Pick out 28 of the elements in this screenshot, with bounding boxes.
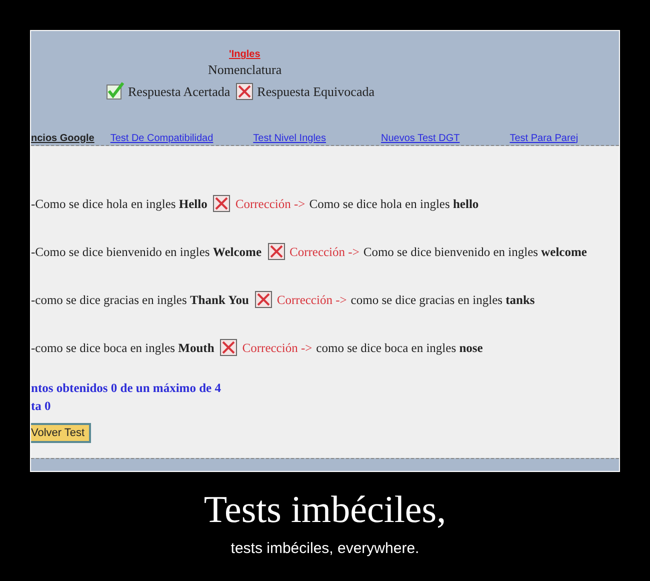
- nav-link[interactable]: Test De Compatibilidad: [110, 132, 214, 144]
- correction-label: Corrección ->: [242, 341, 312, 356]
- question-text: -Como se dice bienvenido en ingles Welcome: [31, 245, 262, 260]
- nav-link[interactable]: ncios Google: [31, 132, 94, 144]
- legend-label: Respuesta Equivocada: [257, 84, 374, 100]
- question-text: -como se dice boca en ingles Mouth: [31, 341, 214, 356]
- retry-button[interactable]: Volver Test: [31, 423, 91, 443]
- cross-icon: [236, 83, 254, 100]
- correction-label: Corrección ->: [235, 197, 306, 212]
- correction-text: Como se dice hola en ingles hello: [309, 197, 479, 212]
- poster-subtitle: tests imbéciles, everywhere.: [230, 540, 420, 557]
- correction-label: Corrección ->: [290, 245, 360, 260]
- correction-text: Como se dice bienvenido en ingles welcome: [363, 245, 587, 260]
- question-text: -como se dice gracias en ingles Thank You: [31, 293, 249, 308]
- question-text: -Como se dice hola en ingles Hello: [31, 197, 208, 212]
- score-text: ntos obtenidos 0 de un máximo de 4: [31, 381, 222, 396]
- nav-link[interactable]: Nuevos Test DGT: [380, 132, 460, 144]
- nav-link[interactable]: Test Para Parej: [510, 132, 578, 144]
- correction-text: como se dice gracias en ingles tanks: [350, 293, 535, 308]
- score-text: ta 0: [31, 399, 52, 414]
- page-subtitle: Nomenclatura: [208, 62, 282, 78]
- poster-title: Tests imbéciles,: [204, 488, 446, 532]
- check-icon: [106, 82, 124, 100]
- page-title[interactable]: 'Ingles: [229, 49, 260, 60]
- correction-text: como se dice boca en ingles nose: [316, 341, 483, 356]
- nav-link[interactable]: Test Nivel Ingles: [253, 132, 326, 144]
- correction-label: Corrección ->: [276, 293, 347, 308]
- legend-label: Respuesta Acertada: [128, 84, 230, 100]
